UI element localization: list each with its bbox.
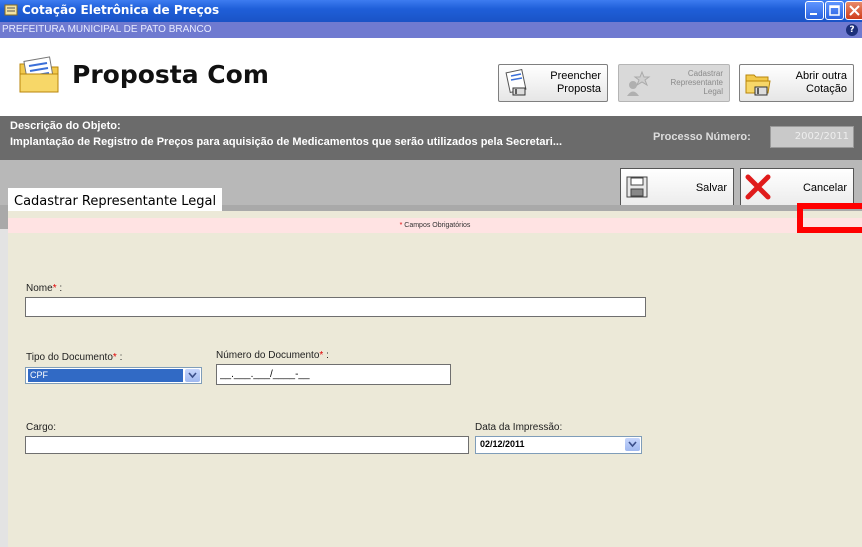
app-icon	[4, 4, 18, 16]
required-fields-note: * Campos Obrigatórios	[8, 218, 862, 233]
nome-label: Nome* :	[26, 283, 63, 294]
data-impressao-value: 02/12/2011	[480, 439, 525, 449]
chevron-down-icon[interactable]	[185, 369, 200, 382]
numero-documento-input[interactable]	[216, 364, 451, 385]
cancel-label: Cancelar	[802, 182, 847, 194]
save-button[interactable]: Salvar	[620, 168, 734, 206]
abrir-outra-cotacao-button[interactable]: Abrir outra Cotação	[739, 64, 854, 102]
description-label: Descrição do Objeto:	[10, 120, 121, 132]
cadastrar-label-line1: Cadastrar	[687, 69, 723, 78]
cargo-input[interactable]	[25, 436, 469, 454]
description-bar: Descrição do Objeto: Implantação de Regi…	[0, 116, 862, 160]
tipo-documento-label: Tipo do Documento* :	[26, 352, 123, 363]
cargo-label: Cargo:	[26, 422, 57, 433]
panel-left-edge	[0, 229, 8, 547]
close-icon	[849, 5, 860, 16]
process-number-label: Processo Número:	[653, 131, 751, 143]
chevron-down-icon[interactable]	[625, 438, 640, 451]
required-note-text: Campos Obrigatórios	[404, 222, 471, 229]
cadastrar-label-line3: Legal	[703, 87, 723, 96]
data-impressao-label: Data da Impressão:	[475, 422, 563, 433]
nome-input[interactable]	[25, 297, 646, 317]
tipo-documento-value: CPF	[28, 369, 183, 382]
page-title: Proposta Com	[72, 60, 269, 89]
maximize-icon	[829, 5, 840, 16]
numero-documento-label: Número do Documento* :	[216, 350, 329, 361]
organization-name: PREFEITURA MUNICIPAL DE PATO BRANCO	[2, 24, 212, 35]
abrir-label-line2: Cotação	[806, 83, 847, 95]
user-add-icon	[627, 70, 651, 96]
folder-open-icon	[745, 74, 771, 96]
minimize-icon	[810, 13, 817, 15]
help-icon[interactable]: ?	[846, 24, 858, 36]
title-bar: Cotação Eletrônica de Preços	[0, 0, 862, 22]
organization-bar: PREFEITURA MUNICIPAL DE PATO BRANCO ?	[0, 22, 862, 38]
maximize-button[interactable]	[825, 1, 844, 20]
data-impressao-select[interactable]: 02/12/2011	[475, 436, 642, 454]
save-label: Salvar	[695, 182, 727, 194]
abrir-label-line1: Abrir outra	[795, 70, 847, 82]
description-value: Implantação de Registro de Preços para a…	[10, 136, 563, 148]
cadastrar-label-line2: Representante	[670, 78, 723, 87]
tipo-documento-select[interactable]: CPF	[25, 367, 202, 384]
minimize-button[interactable]	[805, 1, 824, 20]
close-button[interactable]	[845, 1, 862, 20]
floppy-disk-icon	[626, 176, 648, 198]
cancel-x-icon	[745, 174, 771, 200]
process-number-field: 2002/2011	[770, 126, 854, 148]
folder-document-icon	[19, 56, 59, 93]
preencher-label-line2: Proposta	[556, 83, 601, 95]
cancel-button[interactable]: Cancelar	[740, 168, 854, 206]
form-panel: * Campos Obrigatórios Nome* : Tipo do Do…	[8, 211, 862, 547]
document-edit-icon	[505, 69, 527, 96]
preencher-proposta-button[interactable]: Preencher Proposta	[498, 64, 608, 102]
highlight-rectangle	[797, 203, 862, 233]
app-window: Cotação Eletrônica de Preços PREFEITURA …	[0, 0, 862, 547]
required-star: *	[399, 222, 403, 229]
window-title: Cotação Eletrônica de Preços	[22, 3, 220, 17]
page-header: Proposta Com Preencher Proposta Cadastra…	[0, 38, 862, 116]
cadastrar-representante-button[interactable]: Cadastrar Representante Legal	[618, 64, 730, 102]
preencher-label-line1: Preencher	[550, 70, 601, 82]
